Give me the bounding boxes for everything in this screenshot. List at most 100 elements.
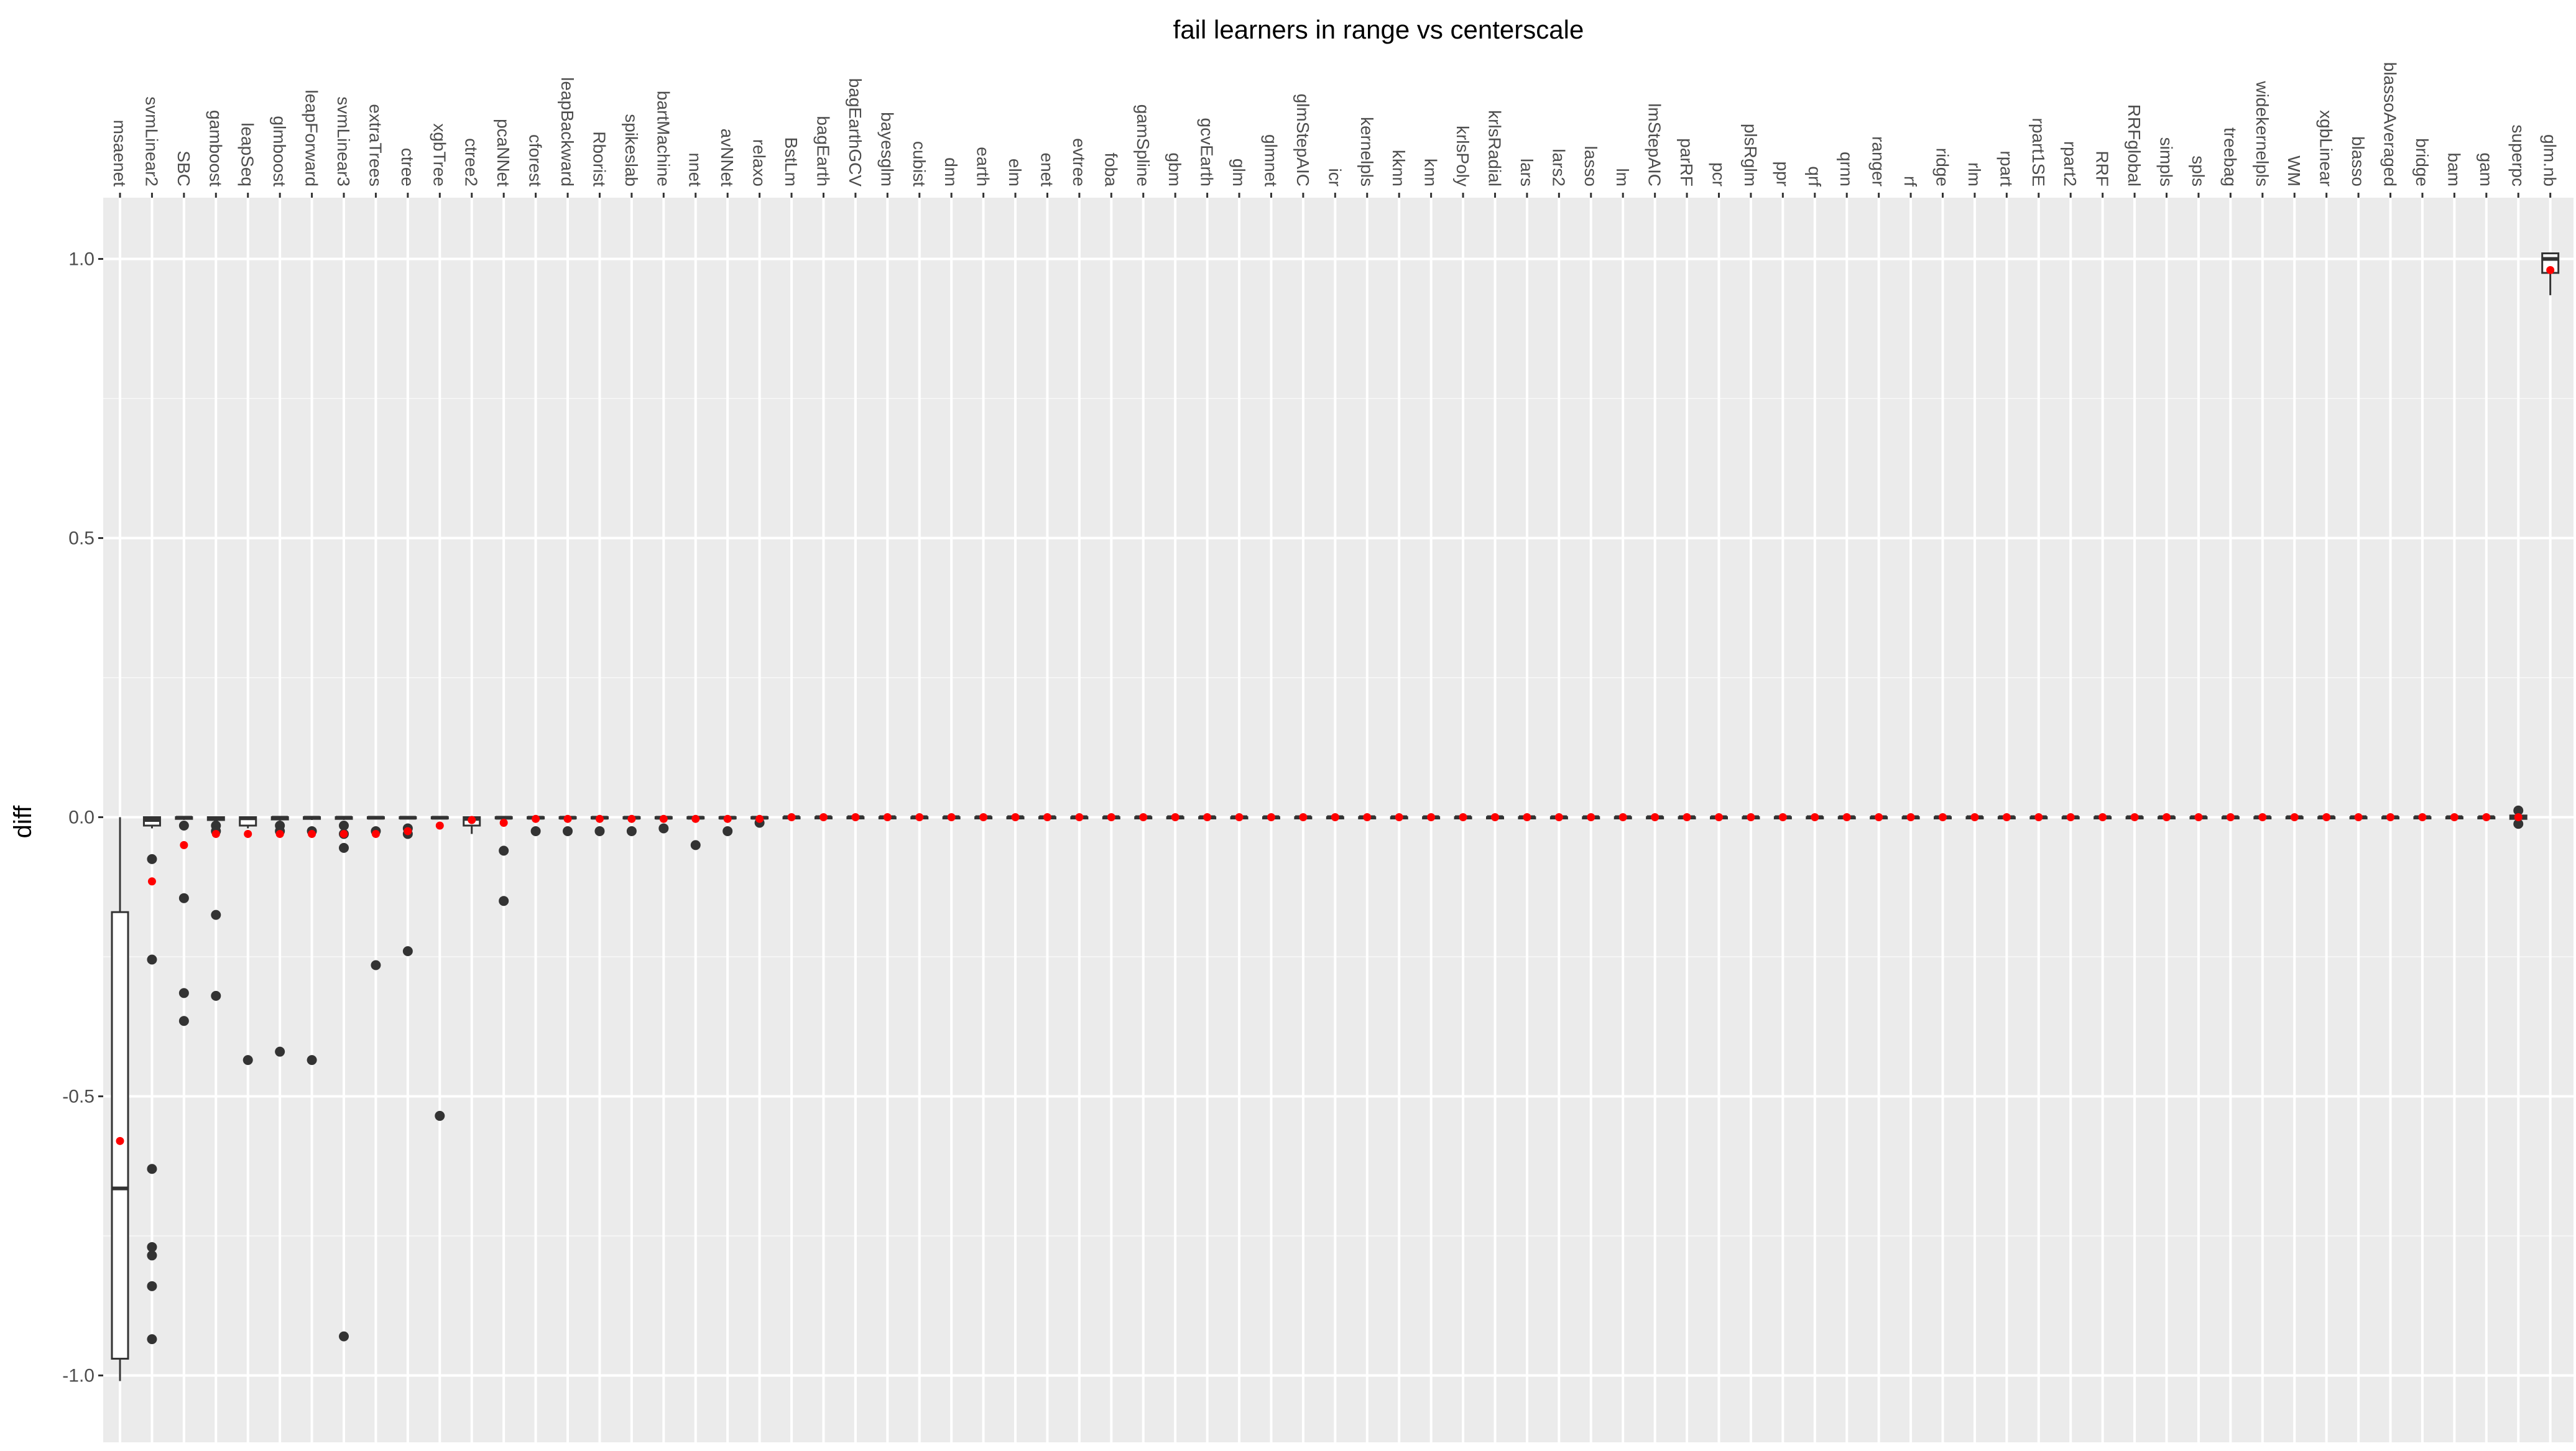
outlier-point <box>147 1164 157 1174</box>
mean-point <box>1651 813 1660 821</box>
x-tick-label: bam <box>2444 153 2463 187</box>
outlier-point <box>211 990 221 1001</box>
outlier-point <box>178 1016 189 1026</box>
x-tick-label: msaenet <box>110 120 129 187</box>
outlier-point <box>530 826 541 836</box>
mean-point <box>2386 813 2395 821</box>
x-tick-label: svmLinear2 <box>142 96 161 187</box>
x-tick-label: bagEarthGCV <box>846 78 865 187</box>
x-tick-label: ctree <box>398 148 417 187</box>
x-tick-label: lmStepAIC <box>1645 103 1664 187</box>
mean-point <box>1043 813 1051 821</box>
outlier-point <box>242 1055 253 1066</box>
mean-point <box>883 813 892 821</box>
mean-point <box>947 813 956 821</box>
x-tick-label: ppr <box>1773 162 1792 187</box>
outlier-point <box>339 1331 349 1342</box>
outlier-point <box>499 845 509 856</box>
outlier-point <box>594 826 605 836</box>
mean-point <box>1075 813 1084 821</box>
x-tick-label: BstLm <box>782 137 801 187</box>
x-tick-label: nnet <box>686 153 705 187</box>
x-tick-label: evtree <box>1069 138 1089 187</box>
x-tick-label: foba <box>1101 153 1120 187</box>
outlier-point <box>178 893 189 903</box>
x-tick-label: blasso <box>2348 136 2368 187</box>
outlier-point <box>371 960 381 970</box>
mean-point <box>691 814 700 823</box>
mean-point <box>1715 813 1723 821</box>
mean-point <box>2163 813 2171 821</box>
mean-point <box>1299 813 1308 821</box>
x-tick-label: superpc <box>2508 124 2528 187</box>
x-tick-label: lasso <box>1581 146 1600 187</box>
mean-point <box>1618 813 1627 821</box>
chart-title: fail learners in range vs centerscale <box>1173 15 1584 44</box>
mean-point <box>1011 813 1020 821</box>
x-tick-label: qrnn <box>1837 152 1856 187</box>
outlier-point <box>307 1055 317 1066</box>
mean-point <box>1778 813 1787 821</box>
y-tick-label: 0.5 <box>68 528 95 549</box>
mean-point <box>2322 813 2331 821</box>
x-tick-label: elm <box>1005 159 1025 187</box>
x-tick-label: spikeslab <box>622 114 641 187</box>
x-tick-label: widekernelpls <box>2253 80 2272 187</box>
outlier-point <box>626 826 637 836</box>
mean-point <box>116 1136 124 1145</box>
outlier-point <box>690 840 701 850</box>
mean-point <box>1811 813 1819 821</box>
mean-point <box>275 829 284 838</box>
mean-point <box>659 814 668 823</box>
mean-point <box>2258 813 2267 821</box>
mean-point <box>2194 813 2203 821</box>
mean-point <box>1107 813 1115 821</box>
x-tick-label: pcr <box>1709 162 1729 187</box>
x-tick-label: rpart <box>1997 150 2016 187</box>
mean-point <box>2450 813 2458 821</box>
outlier-point <box>563 826 573 836</box>
outlier-point <box>722 826 733 836</box>
mean-point <box>2226 813 2235 821</box>
x-tick-label: gbm <box>1165 153 1184 187</box>
x-tick-label: ranger <box>1869 136 1888 187</box>
x-tick-label: lm <box>1613 168 1632 187</box>
outlier-point <box>147 854 157 864</box>
outlier-point <box>275 1046 285 1057</box>
mean-point <box>2482 813 2491 821</box>
mean-point <box>1171 813 1180 821</box>
x-tick-label: enet <box>1037 153 1056 187</box>
mean-point <box>755 814 764 823</box>
mean-point <box>1554 813 1563 821</box>
y-tick-label: 1.0 <box>68 249 95 270</box>
outlier-point <box>178 820 189 831</box>
outlier-point <box>211 910 221 920</box>
x-tick-label: xgbLinear <box>2317 110 2336 187</box>
box <box>111 911 129 1360</box>
chart-root: fail learners in range vs centerscale di… <box>0 0 2576 1451</box>
x-tick-label: cubist <box>910 141 929 187</box>
mean-point <box>595 814 604 823</box>
x-tick-label: dnn <box>941 157 961 187</box>
outlier-point <box>147 954 157 965</box>
x-tick-label: krlsRadial <box>1485 110 1504 187</box>
x-tick-label: glmStepAIC <box>1293 94 1313 187</box>
x-tick-label: bagEarth <box>813 116 833 187</box>
x-tick-label: lars <box>1517 159 1536 187</box>
mean-point <box>1523 813 1531 821</box>
x-tick-label: kernelpls <box>1357 117 1377 187</box>
mean-point <box>2098 813 2107 821</box>
x-tick-label: blassoAveraged <box>2381 62 2400 187</box>
x-tick-label: leapSeq <box>238 122 257 187</box>
x-tick-label: icr <box>1325 168 1344 187</box>
mean-point <box>2418 813 2427 821</box>
x-tick-label: rpart1SE <box>2029 118 2048 187</box>
y-tick-label: 0.0 <box>68 808 95 828</box>
x-tick-label: leapBackward <box>558 77 577 187</box>
x-tick-label: krlsPoly <box>1453 126 1472 187</box>
mean-point <box>979 813 988 821</box>
mean-point <box>2066 813 2075 821</box>
mean-point <box>2546 265 2555 274</box>
x-tick-label: ctree2 <box>462 138 481 187</box>
y-tick-label: -1.0 <box>62 1366 95 1386</box>
